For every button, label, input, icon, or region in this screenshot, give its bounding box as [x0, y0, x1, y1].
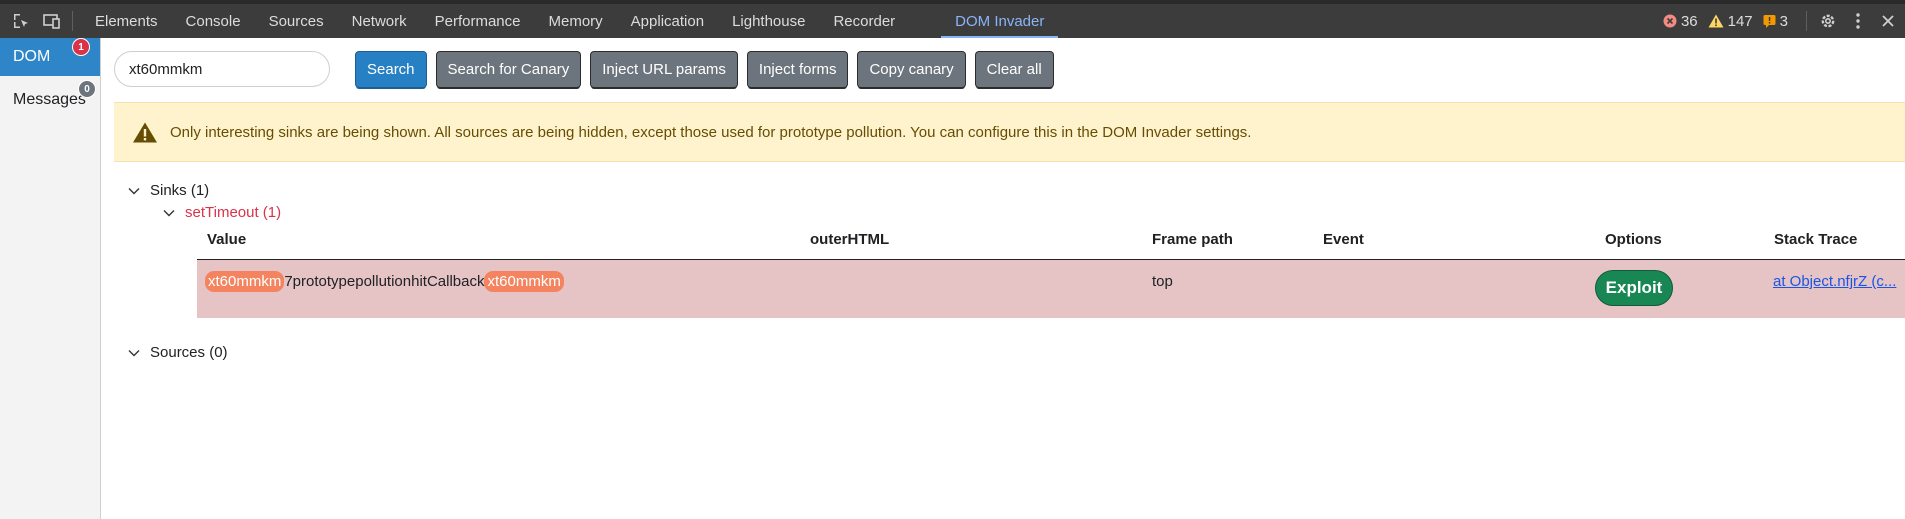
sidebar-item-label: DOM: [13, 48, 51, 65]
sink-results-table: Value outerHTML Frame path Event Options…: [197, 220, 1905, 318]
search-for-canary-button[interactable]: Search for Canary: [436, 51, 581, 87]
inject-url-params-button[interactable]: Inject URL params: [591, 51, 737, 87]
dom-count-badge: 1: [72, 38, 90, 56]
issues-counter[interactable]: 3: [1763, 13, 1788, 30]
tab-performance[interactable]: Performance: [421, 4, 535, 38]
devtools-status-area: 36 147 3: [1663, 4, 1905, 38]
chevron-down-icon: [163, 209, 177, 217]
warning-triangle-icon: [132, 121, 158, 144]
sidebar-item-dom[interactable]: DOM 1: [0, 38, 100, 76]
value-middle-text: 7prototypepollutionhitCallback: [284, 273, 485, 290]
copy-canary-button[interactable]: Copy canary: [858, 51, 965, 87]
toolbar-divider: [1806, 11, 1807, 31]
inspect-element-icon[interactable]: [8, 8, 34, 34]
header-value: Value: [207, 231, 247, 248]
tab-sources[interactable]: Sources: [255, 4, 338, 38]
header-outerhtml: outerHTML: [810, 231, 890, 248]
tab-dom-invader[interactable]: DOM Invader: [941, 4, 1059, 38]
sinks-tree-node[interactable]: Sinks (1): [128, 182, 209, 199]
chevron-down-icon: [128, 349, 142, 357]
header-options: Options: [1605, 231, 1662, 248]
table-row: xt60mmkm 7prototypepollutionhitCallback xt…: [197, 260, 1905, 318]
clear-all-button[interactable]: Clear all: [975, 51, 1053, 87]
more-options-icon[interactable]: [1845, 8, 1871, 34]
alert-text: Only interesting sinks are being shown. …: [170, 123, 1252, 141]
toolbar-divider: [72, 11, 73, 31]
sources-tree-node[interactable]: Sources (0): [128, 344, 228, 361]
error-counter[interactable]: 36: [1663, 13, 1698, 30]
messages-count-badge: 0: [78, 80, 96, 98]
header-event: Event: [1323, 231, 1364, 248]
tab-lighthouse[interactable]: Lighthouse: [718, 4, 819, 38]
sidebar-item-label: Messages: [13, 91, 86, 108]
close-icon[interactable]: [1875, 8, 1901, 34]
header-frame-path: Frame path: [1152, 231, 1233, 248]
warning-counter[interactable]: 147: [1708, 13, 1753, 30]
frame-path-cell: top: [1152, 273, 1173, 290]
devtools-tab-bar: Elements Console Sources Network Perform…: [0, 0, 1905, 38]
dom-invader-main-panel: Search Search for Canary Inject URL para…: [102, 38, 1905, 519]
search-button[interactable]: Search: [356, 51, 426, 87]
sink-tree-node[interactable]: setTimeout (1): [163, 204, 281, 221]
canary-highlight: xt60mmkm: [205, 271, 285, 292]
exploit-button[interactable]: Exploit: [1595, 270, 1673, 306]
info-alert: Only interesting sinks are being shown. …: [114, 102, 1905, 162]
inject-forms-button[interactable]: Inject forms: [747, 51, 848, 87]
sink-value-cell: xt60mmkm 7prototypepollutionhitCallback xt…: [205, 271, 564, 292]
warning-count: 147: [1727, 12, 1753, 30]
header-stack-trace: Stack Trace: [1774, 231, 1858, 248]
table-header-row: Value outerHTML Frame path Event Options…: [197, 220, 1905, 260]
stack-trace-link[interactable]: at Object.nfjrZ (c...: [1773, 273, 1896, 290]
tab-elements[interactable]: Elements: [81, 4, 172, 38]
issue-flag-icon: [1763, 14, 1776, 28]
device-toolbar-icon[interactable]: [38, 8, 64, 34]
gear-icon[interactable]: [1815, 8, 1841, 34]
sidebar-item-messages[interactable]: Messages 0: [0, 80, 100, 120]
canary-highlight: xt60mmkm: [484, 271, 564, 292]
tab-network[interactable]: Network: [338, 4, 421, 38]
error-count: 36: [1680, 12, 1698, 30]
search-input[interactable]: [114, 51, 330, 87]
dom-invader-sidebar: DOM 1 Messages 0: [0, 38, 101, 519]
tab-console[interactable]: Console: [172, 4, 255, 38]
warning-triangle-icon: [1708, 14, 1724, 28]
search-toolbar: Search Search for Canary Inject URL para…: [114, 51, 1064, 87]
tab-memory[interactable]: Memory: [535, 4, 617, 38]
tab-recorder[interactable]: Recorder: [819, 4, 909, 38]
error-icon: [1663, 14, 1677, 28]
sink-name-label: setTimeout (1): [185, 204, 282, 221]
sources-label: Sources (0): [150, 344, 228, 361]
chevron-down-icon: [128, 187, 142, 195]
issue-count: 3: [1779, 12, 1788, 30]
tab-application[interactable]: Application: [617, 4, 718, 38]
sinks-label: Sinks (1): [150, 182, 210, 199]
